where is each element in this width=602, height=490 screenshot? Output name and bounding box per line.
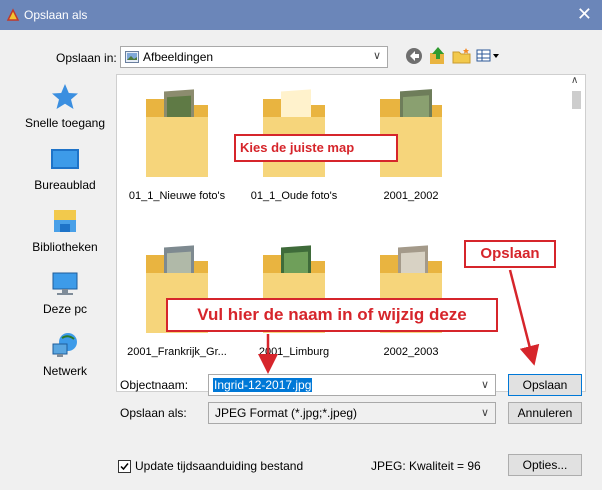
arrow-to-save-button bbox=[508, 269, 540, 366]
annotation-arrows bbox=[258, 269, 540, 374]
